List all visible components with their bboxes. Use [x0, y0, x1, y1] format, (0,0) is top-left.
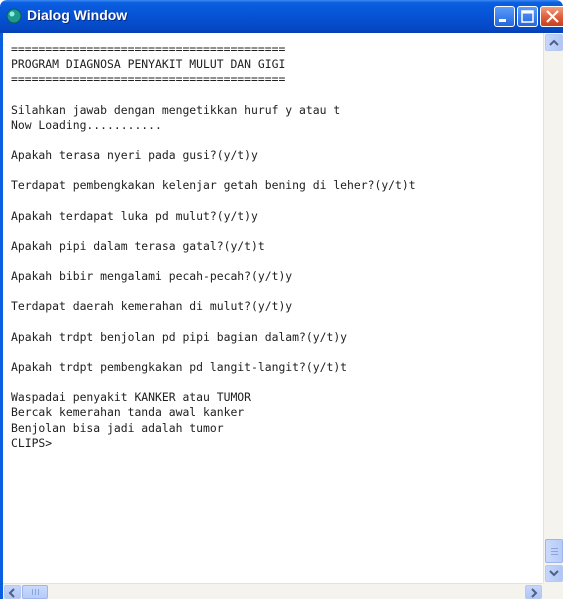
vertical-scroll-thumb[interactable]: [545, 539, 563, 563]
console-line: Bercak kemerahan tanda awal kanker: [11, 405, 245, 420]
minimize-icon: [499, 19, 506, 22]
chevron-down-icon: [549, 570, 559, 577]
console-line: Terdapat pembengkakan kelenjar getah ben…: [11, 178, 416, 193]
scroll-right-button[interactable]: [525, 585, 542, 599]
console-line: Apakah pipi dalam terasa gatal?(y/t)t: [11, 238, 265, 253]
maximize-icon: [521, 10, 534, 23]
console-line: Benjolan bisa jadi adalah tumor: [11, 420, 224, 435]
console-line: Now Loading...........: [11, 117, 162, 132]
thumb-grip-line: [551, 548, 558, 549]
scroll-left-button[interactable]: [4, 585, 21, 599]
thumb-grip-line: [35, 589, 36, 595]
thumb-grip-line: [38, 589, 39, 595]
maximize-button[interactable]: [517, 6, 538, 27]
thumb-grip-line: [551, 554, 558, 555]
horizontal-scroll-thumb[interactable]: [22, 585, 48, 599]
console-line: ========================================: [11, 42, 286, 56]
console-output[interactable]: ========================================…: [3, 33, 543, 583]
console-line: Waspadai penyakit KANKER atau TUMOR: [11, 390, 252, 405]
title-bar[interactable]: Dialog Window: [0, 0, 563, 33]
close-icon: [546, 10, 559, 23]
console-line: ========================================: [11, 72, 286, 87]
scroll-down-button[interactable]: [545, 565, 563, 582]
console-line: Apakah trdpt benjolan pd pipi bagian dal…: [11, 329, 348, 344]
console-line: PROGRAM DIAGNOSA PENYAKIT MULUT DAN GIGI: [11, 57, 286, 72]
dialog-window: Dialog Window ==========================…: [0, 0, 563, 599]
console-line: Apakah bibir mengalami pecah-pecah?(y/t)…: [11, 269, 293, 284]
console-line: CLIPS>: [11, 435, 53, 450]
clips-app-icon[interactable]: [6, 8, 22, 24]
thumb-grip-line: [551, 551, 558, 552]
close-button[interactable]: [540, 6, 563, 27]
console-line: Terdapat daerah kemerahan di mulut?(y/t)…: [11, 299, 293, 314]
chevron-up-icon: [549, 39, 559, 46]
minimize-button[interactable]: [494, 6, 515, 27]
vertical-scrollbar[interactable]: [543, 33, 563, 583]
chevron-left-icon: [8, 588, 15, 598]
chevron-right-icon: [531, 588, 538, 598]
thumb-grip-line: [32, 589, 33, 595]
resize-corner[interactable]: [543, 583, 563, 599]
console-line: Apakah terdapat luka pd mulut?(y/t)y: [11, 208, 258, 223]
console-line: Apakah trdpt pembengkakan pd langit-lang…: [11, 359, 348, 374]
console-line: Silahkan jawab dengan mengetikkan huruf …: [11, 102, 341, 117]
console-line: Apakah terasa nyeri pada gusi?(y/t)y: [11, 147, 258, 162]
window-title: Dialog Window: [27, 7, 128, 23]
console-text: ========================================…: [3, 33, 543, 451]
horizontal-scrollbar[interactable]: [3, 583, 543, 599]
scroll-up-button[interactable]: [545, 34, 563, 51]
